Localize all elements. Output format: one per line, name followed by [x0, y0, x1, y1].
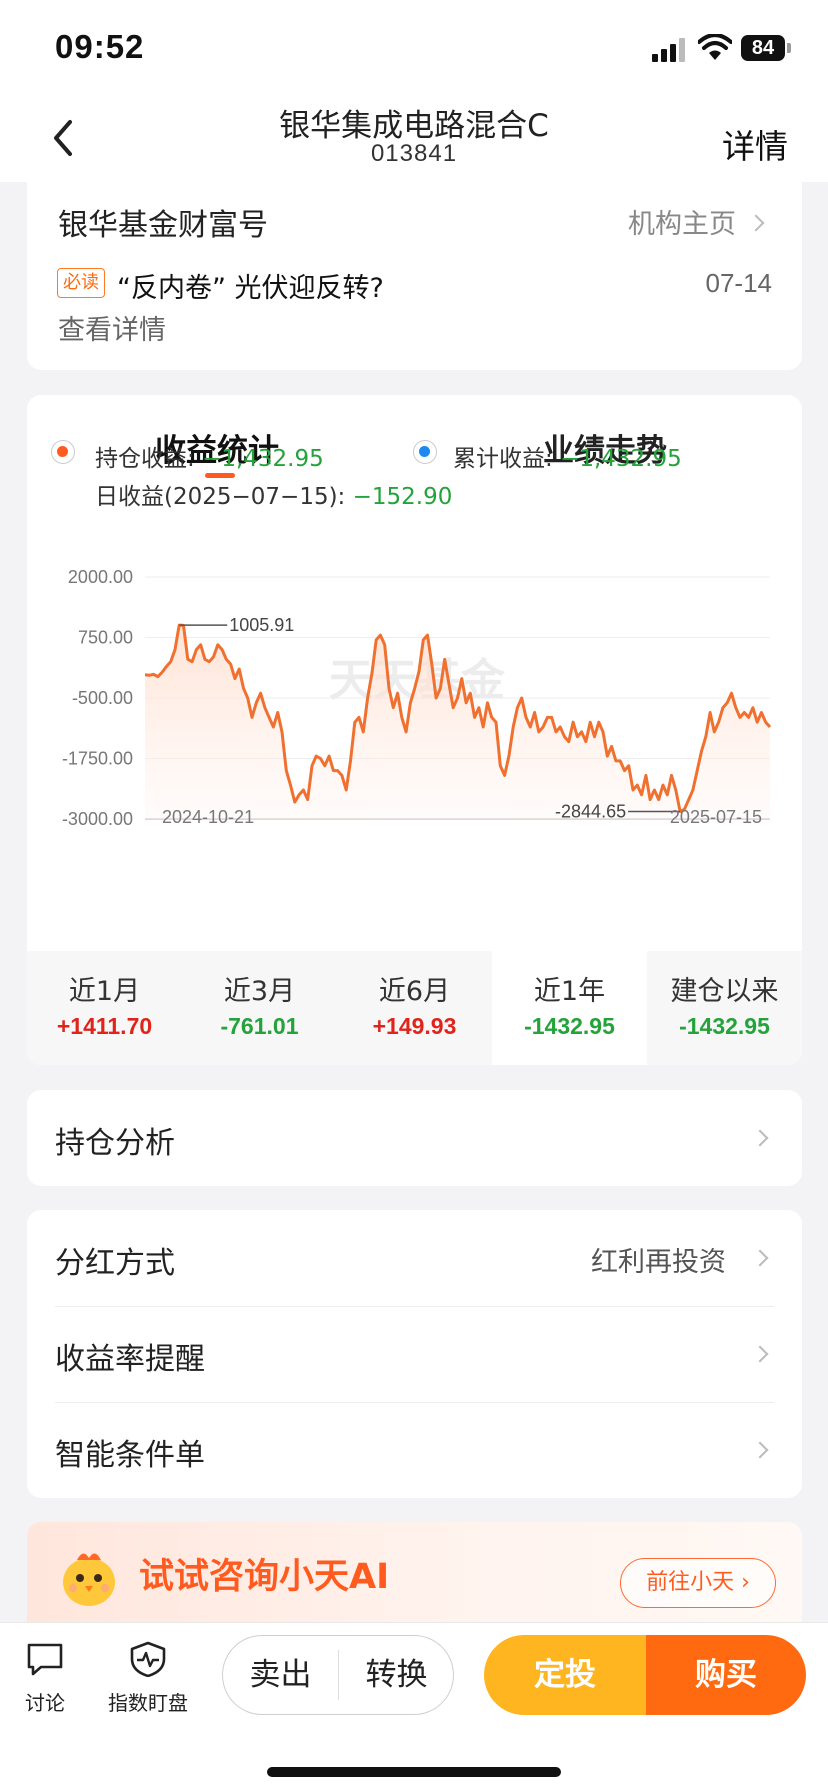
holding-legend-radio[interactable]	[51, 440, 75, 464]
bottom-action-bar: 讨论 指数盯盘 卖出 转换 定投 购买	[0, 1622, 828, 1792]
index-watch-button[interactable]: 指数盯盘	[98, 1641, 198, 1716]
auto-invest-button[interactable]: 定投	[484, 1635, 646, 1715]
wifi-icon	[698, 34, 732, 60]
cumulative-legend: 累计收益: −1,432.95	[453, 439, 682, 473]
chevron-right-icon: ›	[741, 1570, 750, 1595]
holdings-analysis-label: 持仓分析	[55, 1126, 175, 1161]
go-to-assistant-button[interactable]: 前往小天 ›	[620, 1558, 776, 1608]
dividend-row[interactable]: 分红方式 红利再投资	[27, 1210, 802, 1306]
y-tick-label: -500.00	[72, 688, 133, 708]
chevron-right-icon	[747, 214, 765, 231]
chevron-right-icon	[751, 1345, 769, 1363]
news-headline[interactable]: “反内卷” 光伏迎反转?	[117, 266, 384, 305]
period-since-inception[interactable]: 建仓以来 -1432.95	[647, 951, 802, 1065]
sell-button[interactable]: 卖出	[223, 1636, 338, 1714]
daily-value: −152.90	[352, 484, 453, 510]
holding-label: 持仓收益:	[95, 446, 195, 472]
settings-card: 分红方式 红利再投资 收益率提醒 智能条件单	[27, 1210, 802, 1498]
home-indicator	[267, 1767, 561, 1777]
holdings-analysis-row[interactable]: 持仓分析	[27, 1090, 802, 1186]
dividend-label: 分红方式	[55, 1246, 175, 1281]
ai-prompt-text: 试试咨询小天AI	[139, 1557, 390, 1597]
period-label: 建仓以来	[670, 976, 779, 1007]
go-to-assistant-label: 前往小天	[646, 1570, 735, 1595]
period-value: -1432.95	[524, 1013, 615, 1039]
chevron-right-icon	[751, 1249, 769, 1267]
cumulative-legend-radio[interactable]	[413, 440, 437, 464]
status-time: 09:52	[55, 28, 145, 65]
cellular-signal-icon	[652, 38, 685, 62]
y-tick-label: 750.00	[78, 628, 133, 648]
period-selector: 近1月 +1411.70 近3月 -761.01 近6月 +149.93 近1年 -14…	[27, 951, 802, 1065]
max-value-annotation: 1005.91	[229, 615, 294, 635]
yield-alert-row[interactable]: 收益率提醒	[27, 1306, 802, 1402]
fund-name: 银华集成电路混合C	[279, 108, 549, 144]
period-value: -761.01	[220, 1013, 299, 1039]
period-label: 近6月	[378, 976, 451, 1007]
holding-legend: 持仓收益: −1,432.95	[95, 439, 324, 473]
period-3m[interactable]: 近3月 -761.01	[182, 951, 337, 1065]
view-details-link[interactable]: 查看详情	[58, 308, 166, 347]
period-value: +1411.70	[56, 1013, 153, 1039]
period-1y[interactable]: 近1年 -1432.95	[492, 951, 647, 1065]
chick-mascot-icon	[63, 1553, 115, 1606]
chevron-right-icon	[751, 1441, 769, 1459]
holding-legend-dot	[57, 446, 68, 457]
buy-button[interactable]: 购买	[646, 1635, 806, 1715]
period-1m[interactable]: 近1月 +1411.70	[27, 951, 182, 1065]
discuss-label: 讨论	[25, 1691, 65, 1715]
daily-earnings: 日收益(2025−07−15): −152.90	[95, 477, 452, 511]
fund-company-card: 银华基金财富号 机构主页 必读 “反内卷” 光伏迎反转? 07-14 查看详情	[27, 182, 802, 370]
earnings-line-chart[interactable]: 2000.00750.00-500.00-1750.00-3000.00 天天基…	[27, 555, 802, 875]
holding-value: −1,432.95	[202, 446, 324, 472]
y-tick-label: -3000.00	[62, 809, 133, 829]
battery-icon: 84	[741, 35, 791, 61]
min-value-annotation: -2844.65	[555, 801, 626, 821]
y-tick-label: -1750.00	[62, 749, 133, 769]
cumulative-legend-dot	[419, 446, 430, 457]
smart-order-label: 智能条件单	[55, 1438, 205, 1473]
detail-button[interactable]: 详情	[722, 120, 788, 168]
sell-convert-group: 卖出 转换	[222, 1635, 454, 1715]
fund-code: 013841	[370, 140, 458, 167]
must-read-badge: 必读	[57, 268, 105, 298]
convert-button[interactable]: 转换	[339, 1636, 454, 1714]
chevron-right-icon	[751, 1129, 769, 1147]
period-label: 近1月	[68, 976, 141, 1007]
y-tick-label: 2000.00	[68, 567, 133, 587]
institution-home-label: 机构主页	[628, 209, 736, 240]
period-label: 近1年	[533, 976, 606, 1007]
dividend-value: 红利再投资	[591, 1247, 726, 1278]
period-value: -1432.95	[679, 1013, 770, 1039]
nav-bar: 银华集成电路混合C 013841 详情	[0, 96, 828, 182]
earnings-card: 收益统计 业绩走势 持仓收益: −1,432.95 累计收益: −1,432.9…	[27, 395, 802, 1065]
institution-home-link[interactable]: 机构主页	[628, 202, 765, 241]
battery-level: 84	[741, 35, 785, 61]
shield-pulse-icon	[130, 1641, 166, 1678]
discuss-button[interactable]: 讨论	[0, 1641, 90, 1716]
yield-alert-label: 收益率提醒	[55, 1342, 205, 1377]
status-bar: 09:52 84	[0, 0, 828, 96]
period-6m[interactable]: 近6月 +149.93	[337, 951, 492, 1065]
x-start-label: 2024-10-21	[162, 807, 254, 827]
news-date: 07-14	[705, 268, 773, 298]
period-value: +149.93	[372, 1013, 457, 1039]
period-label: 近3月	[223, 976, 296, 1007]
index-watch-label: 指数盯盘	[108, 1691, 188, 1715]
daily-label: 日收益(2025−07−15):	[95, 484, 346, 510]
smart-order-row[interactable]: 智能条件单	[27, 1402, 802, 1498]
x-end-label: 2025-07-15	[670, 807, 762, 827]
chat-bubble-icon	[27, 1643, 63, 1676]
cumulative-value: −1,432.95	[560, 446, 682, 472]
company-title: 银华基金财富号	[58, 208, 268, 243]
cumulative-label: 累计收益:	[453, 446, 553, 472]
